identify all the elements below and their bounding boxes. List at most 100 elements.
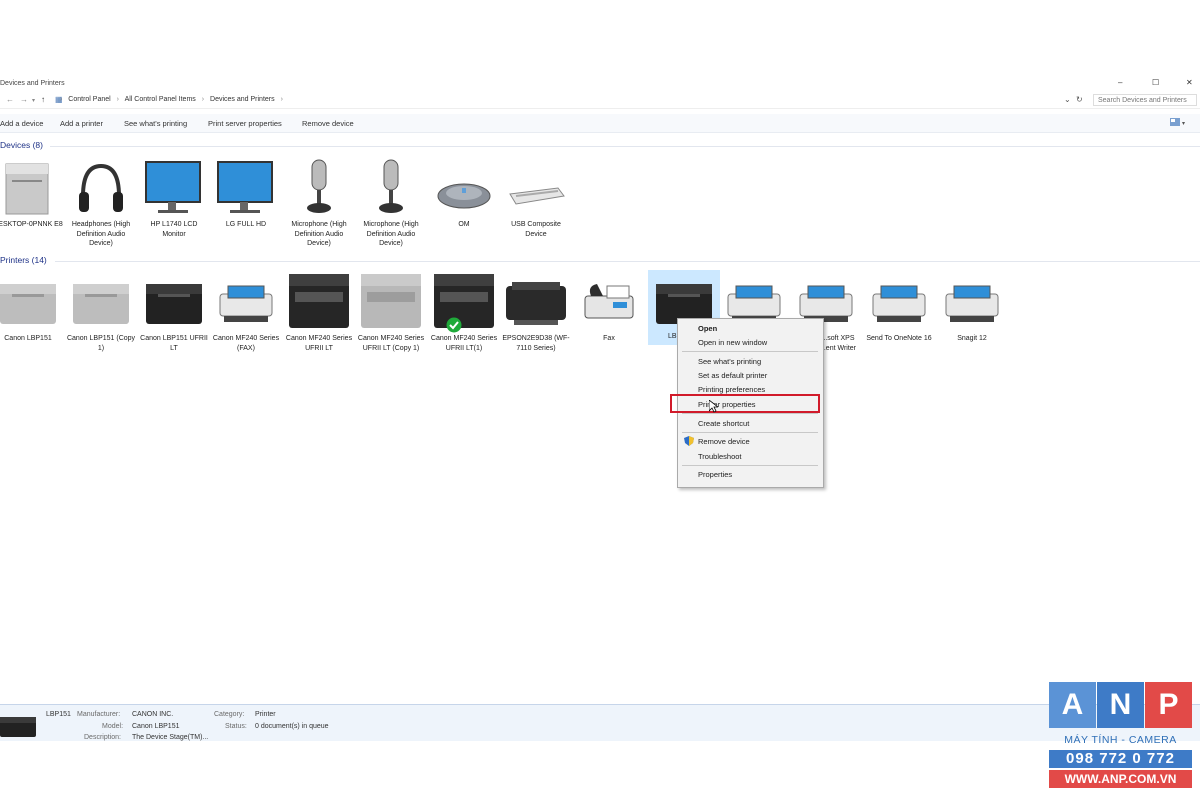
printer-label: EPSON2E9D38 (WF-7110 Series) [502, 335, 570, 352]
forward-arrow-icon[interactable]: → [20, 95, 28, 104]
recent-chevron-icon[interactable]: ▾ [32, 97, 35, 104]
add-printer-button[interactable]: Add a printer [60, 119, 103, 128]
breadcrumb-devices-and-printers[interactable]: Devices and Printers [210, 96, 275, 103]
menu-divider [682, 432, 818, 433]
details-model-key: Model: [102, 723, 124, 730]
printer-label: Canon MF240 Series UFRII LT [285, 335, 353, 352]
printer-label: Canon MF240 Series UFRII LT (Copy 1) [357, 335, 425, 352]
printer-icon [872, 285, 926, 322]
logo-letter-p: P [1145, 682, 1192, 728]
details-manufacturer-key: Manufacturer: [77, 711, 121, 718]
devices-and-printers-window: Devices and Printers – ☐ ✕ ← → ▾ ↑ ▦ › C… [0, 78, 1200, 740]
printer-label: Canon MF240 Series (FAX) [212, 335, 280, 352]
anp-watermark-logo: A N P MÁY TÍNH - CAMERA 098 772 0 772 WW… [1049, 682, 1192, 792]
details-status-key: Status: [225, 723, 247, 730]
breadcrumb: › Control Panel › All Control Panel Item… [60, 96, 287, 103]
device-label: Microphone (High Definition Audio Device… [363, 221, 419, 247]
title-bar: Devices and Printers – ☐ ✕ [0, 78, 1200, 90]
section-divider [50, 146, 1200, 147]
printer-label: Send To OneNote 16 [866, 335, 932, 342]
printer-icon [945, 285, 999, 322]
back-arrow-icon[interactable]: ← [6, 95, 14, 104]
section-divider [55, 261, 1200, 262]
menu-item-open[interactable]: Open [698, 324, 717, 333]
details-category: Printer [255, 711, 276, 718]
mouse-cursor-icon [709, 400, 718, 413]
address-dropdown-icon[interactable]: ⌄ [1064, 95, 1071, 104]
uac-shield-icon [684, 436, 694, 446]
maximize-button[interactable]: ☐ [1152, 78, 1159, 87]
menu-divider [682, 413, 818, 414]
menu-item-remove-device[interactable]: Remove device [698, 437, 750, 446]
address-bar: ← → ▾ ↑ ▦ › Control Panel › All Control … [0, 94, 1200, 109]
microphone-icon [307, 159, 331, 213]
device-label: OM [458, 221, 470, 228]
device-label: LG FULL HD [225, 221, 267, 228]
device-label: DESKTOP-0PNNK E8 [0, 221, 63, 228]
mouse-icon [437, 183, 491, 209]
command-bar: Add a device Add a printer See what's pr… [0, 114, 1200, 133]
view-options-chevron-icon[interactable]: ▾ [1182, 120, 1185, 127]
breadcrumb-control-panel[interactable]: Control Panel [68, 96, 110, 103]
details-pane: LBP151 Manufacturer: CANON INC. Model: C… [0, 704, 1200, 741]
search-input[interactable]: Search Devices and Printers [1093, 94, 1197, 106]
breadcrumb-separator: › [60, 96, 63, 103]
add-device-button[interactable]: Add a device [0, 119, 43, 128]
menu-item-open-new-window[interactable]: Open in new window [698, 338, 767, 347]
logo-website: WWW.ANP.COM.VN [1049, 770, 1192, 788]
printer-label: Canon MF240 Series UFRII LT(1) [430, 335, 498, 352]
headphones-icon [79, 163, 123, 212]
menu-item-troubleshoot[interactable]: Troubleshoot [698, 452, 742, 461]
keyboard-icon [509, 187, 565, 205]
breadcrumb-separator: › [201, 96, 205, 103]
printer-label: Canon LBP151 UFRII LT [140, 335, 208, 352]
mfp-printer-icon [361, 274, 421, 328]
change-view-icon[interactable] [1170, 118, 1180, 126]
minimize-button[interactable]: – [1118, 78, 1122, 87]
laser-printer-icon [73, 284, 129, 324]
mfp-printer-icon [289, 274, 349, 328]
menu-item-set-default[interactable]: Set as default printer [698, 371, 767, 380]
default-printer-check-icon [446, 317, 462, 333]
highlight-box [670, 394, 820, 413]
devices-section-header[interactable]: Devices (8) [0, 140, 43, 150]
details-description-key: Description: [84, 734, 121, 741]
menu-divider [682, 465, 818, 466]
details-device-name: LBP151 [46, 711, 71, 718]
details-status: 0 document(s) in queue [255, 723, 329, 730]
device-label: Headphones (High Definition Audio Device… [71, 221, 131, 247]
menu-item-create-shortcut[interactable]: Create shortcut [698, 419, 749, 428]
breadcrumb-all-items[interactable]: All Control Panel Items [125, 96, 196, 103]
see-whats-printing-button[interactable]: See what's printing [124, 119, 187, 128]
microphone-icon [379, 159, 403, 213]
device-label: Microphone (High Definition Audio Device… [291, 221, 347, 247]
details-model: Canon LBP151 [132, 723, 180, 730]
menu-item-printing-preferences[interactable]: Printing preferences [698, 385, 765, 394]
printer-label: Snagit 12 [957, 335, 987, 342]
printer-label: Canon LBP151 [4, 335, 52, 342]
printer-label: Fax [603, 335, 615, 342]
fax-icon [584, 284, 634, 319]
printers-section-header[interactable]: Printers (14) [0, 255, 47, 265]
selected-printer-thumbnail-icon [0, 717, 36, 737]
printer-icon [219, 285, 273, 322]
menu-item-see-whats-printing[interactable]: See what's printing [698, 357, 761, 366]
logo-tagline: MÁY TÍNH - CAMERA [1064, 734, 1177, 746]
close-button[interactable]: ✕ [1186, 78, 1193, 87]
remove-device-button[interactable]: Remove device [302, 119, 354, 128]
window-title: Devices and Printers [0, 80, 65, 87]
print-server-properties-button[interactable]: Print server properties [208, 119, 282, 128]
details-category-key: Category: [214, 711, 245, 718]
details-description: The Device Stage(TM)... [132, 734, 209, 741]
printer-label: Canon LBP151 (Copy 1) [66, 335, 136, 352]
monitor-icon [145, 161, 201, 213]
laser-printer-icon [0, 284, 56, 324]
inkjet-printer-icon [506, 282, 566, 325]
logo-letter-a: A [1049, 682, 1096, 728]
refresh-icon[interactable]: ↻ [1076, 95, 1083, 104]
menu-item-properties[interactable]: Properties [698, 470, 732, 479]
up-arrow-icon[interactable]: ↑ [41, 95, 45, 104]
breadcrumb-separator: › [116, 96, 120, 103]
logo-phone: 098 772 0 772 [1049, 750, 1192, 768]
mfp-printer-icon [434, 274, 494, 328]
